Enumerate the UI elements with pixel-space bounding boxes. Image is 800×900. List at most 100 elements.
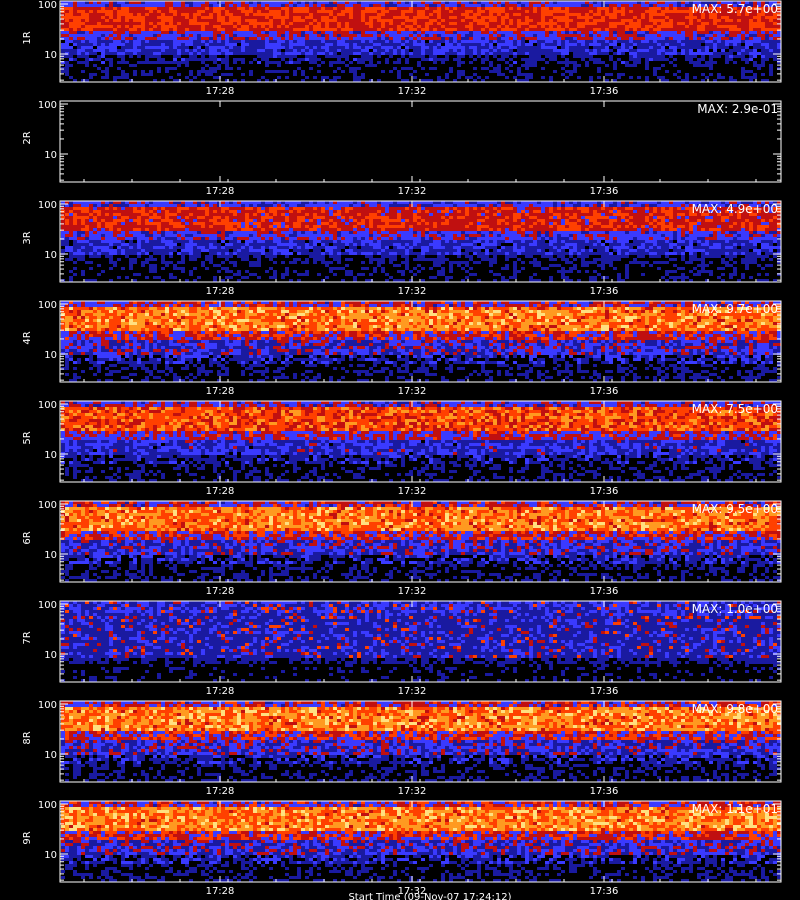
heatmap-cell — [729, 16, 733, 19]
heatmap-cell — [337, 7, 341, 10]
heatmap-cell — [349, 25, 353, 28]
heatmap-cell — [613, 207, 617, 210]
heatmap-cell — [485, 207, 489, 210]
heatmap-cell — [765, 28, 769, 31]
heatmap-cell — [349, 207, 353, 210]
heatmap-cell — [477, 55, 481, 58]
heatmap-cell — [297, 46, 301, 49]
heatmap-cell — [141, 204, 145, 207]
heatmap-cell — [669, 46, 673, 49]
heatmap-cell — [565, 28, 569, 31]
heatmap-cell — [109, 28, 113, 31]
heatmap-cell — [313, 25, 317, 28]
heatmap-cell — [557, 19, 561, 22]
heatmap-cell — [393, 207, 397, 210]
heatmap-cell — [281, 58, 285, 61]
heatmap-cell — [125, 4, 129, 7]
heatmap-cell — [289, 67, 293, 70]
heatmap-cell — [513, 28, 517, 31]
heatmap-cell — [105, 10, 109, 13]
heatmap-cell — [641, 76, 645, 79]
heatmap-cell — [81, 204, 85, 207]
heatmap-cell — [489, 16, 493, 19]
heatmap-cell — [553, 34, 557, 37]
heatmap-cell — [309, 7, 313, 10]
heatmap-cell — [129, 210, 133, 213]
heatmap-cell — [225, 40, 229, 43]
heatmap-cell — [161, 31, 165, 34]
heatmap-cell — [265, 31, 269, 34]
heatmap-cell — [577, 73, 581, 76]
heatmap-cell — [437, 37, 441, 40]
heatmap-cell — [661, 207, 665, 210]
heatmap-cell — [113, 31, 117, 34]
heatmap-cell — [721, 34, 725, 37]
heatmap-cell — [281, 37, 285, 40]
heatmap-cell — [113, 213, 117, 216]
heatmap-cell — [689, 34, 693, 37]
heatmap-cell — [201, 13, 205, 16]
heatmap-cell — [665, 10, 669, 13]
heatmap-cell — [509, 19, 513, 22]
heatmap-cell — [401, 213, 405, 216]
heatmap-cell — [169, 19, 173, 22]
heatmap-cell — [213, 207, 217, 210]
heatmap-cell — [577, 52, 581, 55]
heatmap-cell — [209, 37, 213, 40]
heatmap-cell — [577, 13, 581, 16]
heatmap-cell — [273, 58, 277, 61]
heatmap-cell — [609, 73, 613, 76]
heatmap-cell — [545, 204, 549, 207]
heatmap-cell — [205, 204, 209, 207]
heatmap-cell — [65, 28, 69, 31]
heatmap-cell — [229, 67, 233, 70]
heatmap-cell — [493, 19, 497, 22]
heatmap-cell — [241, 37, 245, 40]
heatmap-cell — [81, 213, 85, 216]
heatmap-cell — [589, 49, 593, 52]
heatmap-cell — [573, 43, 577, 46]
heatmap-cell — [645, 34, 649, 37]
heatmap-cell — [665, 37, 669, 40]
heatmap-cell — [549, 52, 553, 55]
heatmap-cell — [605, 52, 609, 55]
heatmap-cell — [181, 46, 185, 49]
heatmap-cell — [665, 58, 669, 61]
heatmap-cell — [677, 10, 681, 13]
heatmap-cell — [293, 4, 297, 7]
heatmap-cell — [421, 19, 425, 22]
heatmap-cell — [105, 43, 109, 46]
heatmap-cell — [417, 43, 421, 46]
heatmap-cell — [513, 61, 517, 64]
heatmap-cell — [85, 52, 89, 55]
heatmap-cell — [209, 210, 213, 213]
heatmap-cell — [201, 28, 205, 31]
heatmap-cell — [225, 31, 229, 34]
heatmap-cell — [273, 25, 277, 28]
heatmap-cell — [257, 10, 261, 13]
heatmap-cell — [433, 19, 437, 22]
heatmap-cell — [209, 58, 213, 61]
heatmap-cell — [257, 40, 261, 43]
heatmap-cell — [613, 40, 617, 43]
heatmap-cell — [597, 28, 601, 31]
heatmap-cell — [73, 40, 77, 43]
heatmap-cell — [73, 34, 77, 37]
heatmap-cell — [285, 210, 289, 213]
heatmap-cell — [709, 73, 713, 76]
heatmap-cell — [625, 52, 629, 55]
heatmap-cell — [493, 55, 497, 58]
heatmap-cell — [273, 49, 277, 52]
heatmap-cell — [453, 10, 457, 13]
heatmap-cell — [233, 37, 237, 40]
heatmap-cell — [681, 10, 685, 13]
heatmap-cell — [589, 19, 593, 22]
heatmap-cell — [253, 213, 257, 216]
heatmap-cell — [193, 210, 197, 213]
heatmap-cell — [317, 7, 321, 10]
heatmap-cell — [265, 43, 269, 46]
heatmap-cell — [549, 204, 553, 207]
heatmap-cell — [457, 31, 461, 34]
heatmap-cell — [561, 67, 565, 70]
heatmap-cell — [105, 13, 109, 16]
